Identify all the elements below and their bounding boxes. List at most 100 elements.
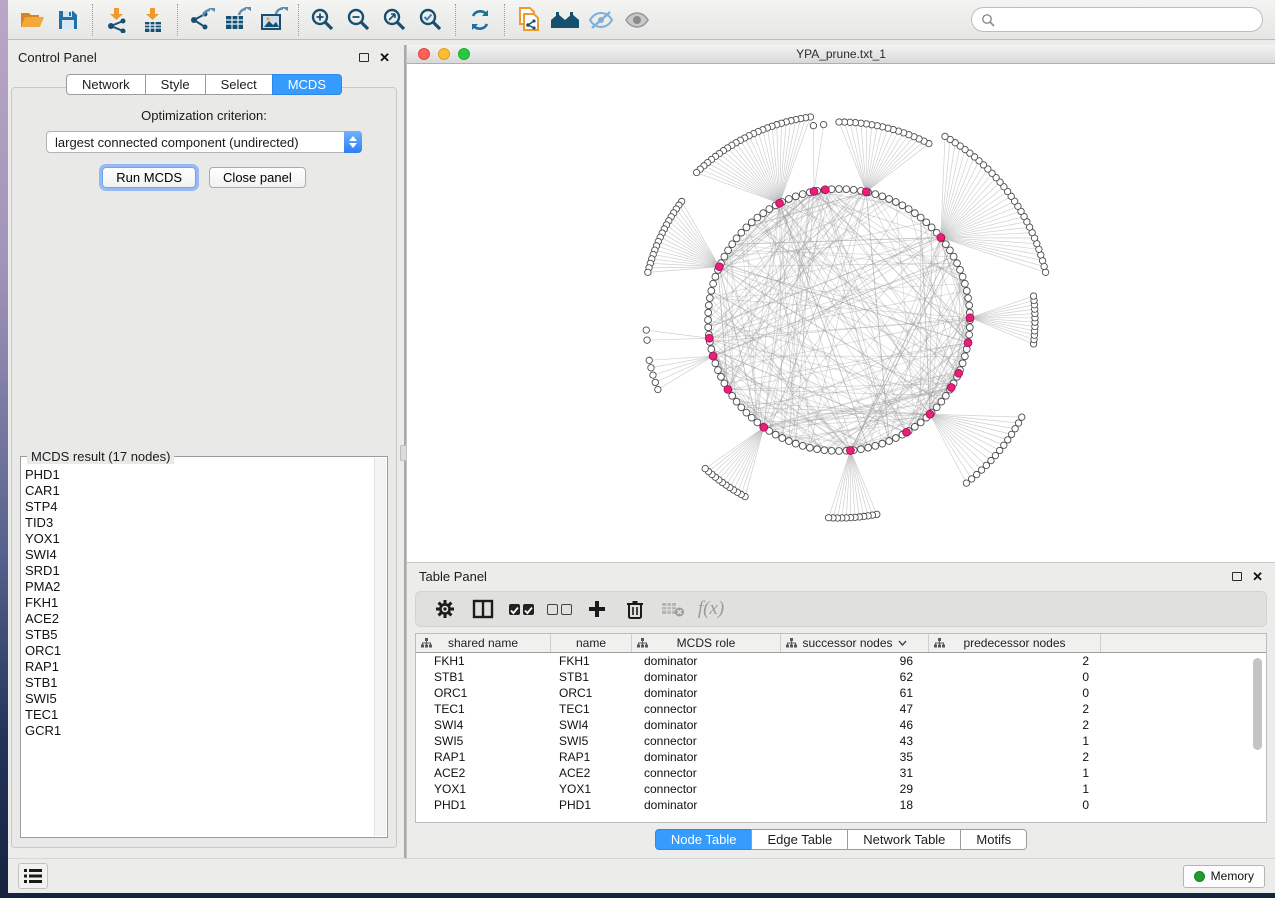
refresh-layout-icon[interactable]	[462, 4, 498, 36]
ring-node[interactable]	[710, 280, 717, 287]
leaf-node[interactable]	[825, 515, 831, 521]
tab-network[interactable]: Network	[66, 74, 146, 95]
network-graph[interactable]	[407, 64, 1275, 561]
ring-node[interactable]	[959, 360, 966, 367]
ring-node[interactable]	[886, 438, 893, 445]
ring-node[interactable]	[705, 317, 712, 324]
ring-node[interactable]	[954, 260, 961, 267]
mcds-hub-node[interactable]	[947, 384, 955, 392]
result-node[interactable]: PMA2	[25, 579, 373, 595]
table-row[interactable]: SWI4SWI4dominator462	[416, 717, 1266, 733]
leaf-node[interactable]	[648, 365, 654, 371]
mcds-hub-node[interactable]	[760, 423, 768, 431]
ring-node[interactable]	[806, 444, 813, 451]
ring-node[interactable]	[961, 280, 968, 287]
ring-node[interactable]	[718, 373, 725, 380]
leaf-node[interactable]	[836, 119, 842, 125]
ring-node[interactable]	[785, 438, 792, 445]
ring-node[interactable]	[959, 273, 966, 280]
ring-node[interactable]	[928, 224, 935, 231]
mcds-hub-node[interactable]	[903, 428, 911, 436]
ring-node[interactable]	[748, 414, 755, 421]
leaf-node[interactable]	[643, 327, 649, 333]
ring-node[interactable]	[712, 360, 719, 367]
column-header-shared-name[interactable]: shared name	[416, 634, 551, 652]
ring-node[interactable]	[754, 214, 761, 221]
table-row[interactable]: ORC1ORC1dominator610	[416, 685, 1266, 701]
mcds-hub-node[interactable]	[955, 369, 963, 377]
settings-gear-icon[interactable]	[426, 594, 464, 624]
ring-node[interactable]	[850, 186, 857, 193]
delete-column-icon[interactable]	[616, 594, 654, 624]
ring-node[interactable]	[754, 419, 761, 426]
leaf-node[interactable]	[693, 169, 699, 175]
ring-node[interactable]	[733, 398, 740, 405]
split-view-icon[interactable]	[464, 594, 502, 624]
float-panel-icon[interactable]	[359, 53, 369, 62]
ring-node[interactable]	[942, 241, 949, 248]
ring-node[interactable]	[715, 367, 722, 374]
result-node[interactable]: PHD1	[25, 467, 373, 483]
ring-node[interactable]	[766, 206, 773, 213]
close-table-panel-icon[interactable]: ✕	[1252, 570, 1263, 583]
ring-node[interactable]	[892, 435, 899, 442]
mcds-hub-node[interactable]	[821, 186, 829, 194]
table-row[interactable]: ACE2ACE2connector311	[416, 765, 1266, 781]
export-table-icon[interactable]	[220, 4, 256, 36]
table-tab-network-table[interactable]: Network Table	[847, 829, 961, 850]
table-row[interactable]: SWI5SWI5connector431	[416, 733, 1266, 749]
leaf-node[interactable]	[820, 121, 826, 127]
task-history-icon[interactable]	[18, 863, 48, 889]
leaf-node[interactable]	[645, 269, 651, 275]
show-all-icon[interactable]	[619, 4, 655, 36]
mcds-hub-node[interactable]	[724, 386, 732, 394]
ring-node[interactable]	[966, 331, 973, 338]
leaf-node[interactable]	[655, 386, 661, 392]
import-network-icon[interactable]	[99, 4, 135, 36]
ring-node[interactable]	[961, 353, 968, 360]
result-node[interactable]: YOX1	[25, 531, 373, 547]
zoom-fit-icon[interactable]	[377, 4, 413, 36]
mcds-hub-node[interactable]	[810, 188, 818, 196]
ring-node[interactable]	[879, 193, 886, 200]
ring-node[interactable]	[872, 191, 879, 198]
result-node[interactable]: FKH1	[25, 595, 373, 611]
table-row[interactable]: TEC1TEC1connector472	[416, 701, 1266, 717]
ring-node[interactable]	[799, 191, 806, 198]
result-node[interactable]: STB5	[25, 627, 373, 643]
ring-node[interactable]	[733, 235, 740, 242]
close-panel-icon[interactable]: ✕	[379, 51, 390, 64]
ring-node[interactable]	[892, 199, 899, 206]
result-node[interactable]: SWI5	[25, 691, 373, 707]
table-scrollbar[interactable]	[1252, 656, 1263, 818]
ring-node[interactable]	[923, 219, 930, 226]
result-node[interactable]: CAR1	[25, 483, 373, 499]
table-tab-node-table[interactable]: Node Table	[655, 829, 753, 850]
mcds-result-list[interactable]: PHD1CAR1STP4TID3YOX1SWI4SRD1PMA2FKH1ACE2…	[25, 467, 373, 835]
leaf-node[interactable]	[1015, 420, 1021, 426]
deselect-all-icon[interactable]	[540, 594, 578, 624]
table-row[interactable]: RAP1RAP1dominator352	[416, 749, 1266, 765]
ring-node[interactable]	[705, 324, 712, 331]
export-network-icon[interactable]	[184, 4, 220, 36]
ring-node[interactable]	[899, 202, 906, 209]
table-row[interactable]: PHD1PHD1dominator180	[416, 797, 1266, 813]
add-column-icon[interactable]	[578, 594, 616, 624]
ring-node[interactable]	[738, 404, 745, 411]
zoom-out-icon[interactable]	[341, 4, 377, 36]
ring-node[interactable]	[957, 266, 964, 273]
column-header-MCDS-role[interactable]: MCDS role	[632, 634, 781, 652]
ring-node[interactable]	[963, 287, 970, 294]
leaf-node[interactable]	[1030, 293, 1036, 299]
ring-node[interactable]	[942, 392, 949, 399]
leaf-node[interactable]	[646, 357, 652, 363]
ring-node[interactable]	[708, 346, 715, 353]
tab-select[interactable]: Select	[205, 74, 273, 95]
table-row[interactable]: YOX1YOX1connector291	[416, 781, 1266, 797]
result-node[interactable]: GCR1	[25, 723, 373, 739]
ring-node[interactable]	[721, 253, 728, 260]
leaf-node[interactable]	[963, 480, 969, 486]
leaf-node[interactable]	[702, 465, 708, 471]
result-node[interactable]: ORC1	[25, 643, 373, 659]
tab-mcds[interactable]: MCDS	[272, 74, 342, 95]
